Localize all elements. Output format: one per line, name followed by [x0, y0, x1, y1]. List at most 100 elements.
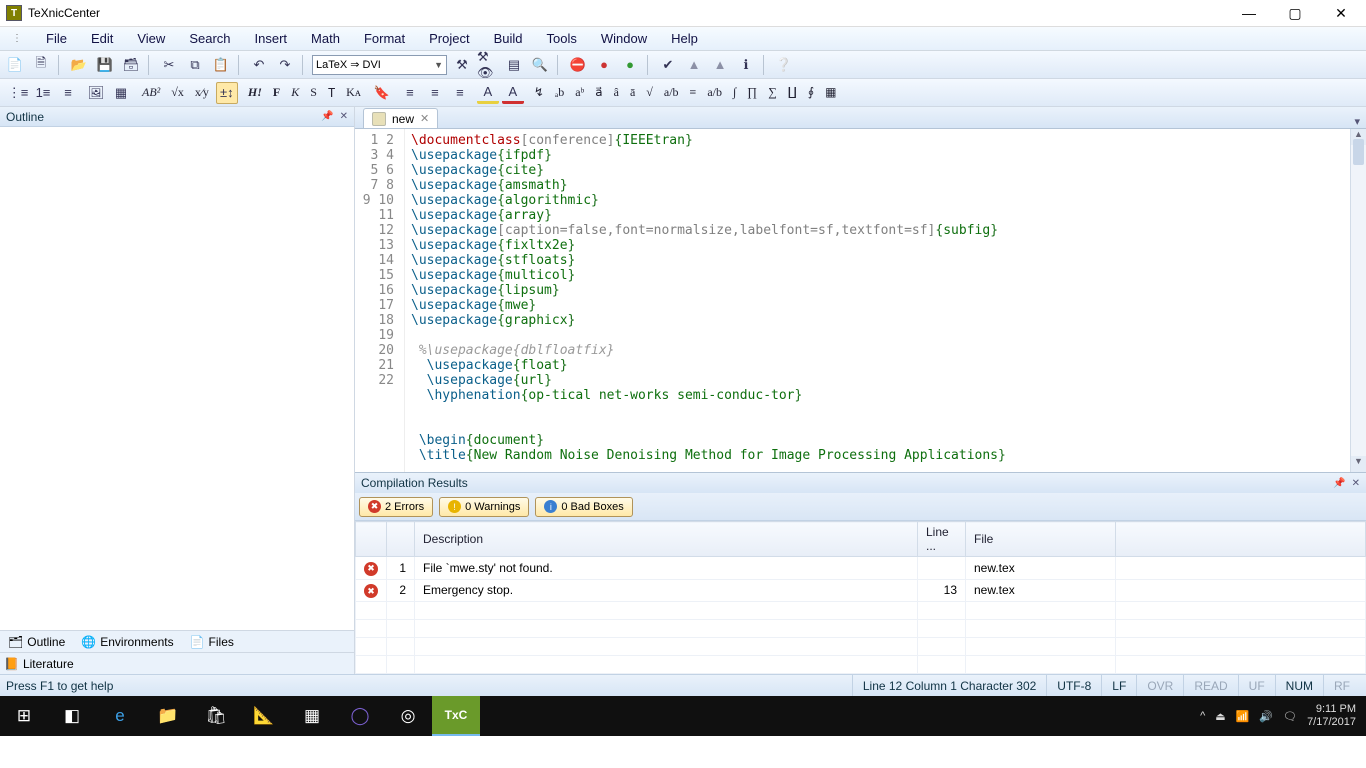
col-extra[interactable] [1116, 522, 1366, 557]
pane-close-button[interactable]: ✕ [340, 111, 348, 122]
tray-chevron-icon[interactable]: ^ [1200, 710, 1205, 722]
new-project-button[interactable]: 🗎 [30, 54, 52, 76]
tab-literature[interactable]: 📙 Literature [0, 652, 354, 674]
menubar-grip-icon[interactable]: ⋮ [2, 30, 32, 47]
stop-build-button[interactable]: ⛔ [567, 54, 589, 76]
menu-build[interactable]: Build [484, 28, 533, 49]
build-button[interactable]: ⚒ [451, 54, 473, 76]
list-number-button[interactable]: 1≡ [32, 82, 54, 104]
status-encoding[interactable]: UTF-8 [1046, 675, 1101, 696]
outline-body[interactable] [0, 127, 354, 630]
math-prod-button[interactable]: ∏ [743, 83, 761, 103]
insert-image-button[interactable]: 🖼 [85, 82, 107, 104]
chrome-button[interactable]: ◎ [384, 696, 432, 736]
toggle-button[interactable]: ▲ [683, 54, 705, 76]
view-output-button[interactable]: 🔍 [529, 54, 551, 76]
badboxes-filter-button[interactable]: i 0 Bad Boxes [535, 497, 632, 517]
taskview-button[interactable]: ◧ [48, 696, 96, 736]
math-sym4-button[interactable]: a⃗ [591, 83, 606, 103]
menu-file[interactable]: File [36, 28, 77, 49]
insert-env-button[interactable]: ±↕ [216, 82, 238, 104]
menu-help[interactable]: Help [661, 28, 708, 49]
tt-button[interactable]: T [324, 83, 339, 103]
math-sym5-button[interactable]: â [610, 83, 623, 103]
col-description[interactable]: Description [415, 522, 918, 557]
tab-files[interactable]: 📄 Files [186, 633, 238, 651]
save-all-button[interactable]: 🗃 [120, 54, 142, 76]
errors-filter-button[interactable]: ✖ 2 Errors [359, 497, 433, 517]
tray-wifi-icon[interactable]: 📶 [1236, 710, 1250, 723]
math-sym3-button[interactable]: aᵇ [571, 83, 588, 103]
edge-button[interactable]: e [96, 696, 144, 736]
bold-button[interactable]: F [269, 83, 284, 103]
texniccenter-task-button[interactable]: TxC [432, 696, 480, 736]
menu-format[interactable]: Format [354, 28, 415, 49]
build-profile-combo[interactable]: LaTeX ⇒ DVI ▼ [312, 55, 447, 75]
tray-eject-icon[interactable]: ⏏ [1215, 710, 1225, 723]
font-color-button[interactable]: A [502, 82, 524, 104]
align-left-button[interactable]: ≡ [399, 82, 421, 104]
menu-window[interactable]: Window [591, 28, 657, 49]
compile-close-button[interactable]: ✕ [1352, 478, 1360, 489]
highlight-button[interactable]: A [477, 82, 499, 104]
tray-notifications-icon[interactable]: 🗨 [1283, 710, 1297, 723]
insert-sqrt-button[interactable]: √x [167, 83, 188, 103]
insert-frac-button[interactable]: x⁄y [191, 83, 213, 103]
table-row[interactable]: ✖ 1File `mwe.sty' not found.new.tex [356, 557, 1366, 580]
prev-error-button[interactable]: ● [619, 54, 641, 76]
insert-ref-button[interactable]: 🔖 [371, 82, 393, 104]
tab-close-button[interactable]: ✕ [420, 112, 429, 125]
scroll-thumb[interactable] [1353, 139, 1364, 165]
tab-outline[interactable]: 🗂 Outline [4, 633, 69, 651]
table-row[interactable]: ✖ 2Emergency stop.13new.tex [356, 579, 1366, 602]
menu-search[interactable]: Search [179, 28, 240, 49]
editor-dropdown-icon[interactable]: ▾ [1354, 115, 1360, 128]
align-right-button[interactable]: ≡ [449, 82, 471, 104]
menu-insert[interactable]: Insert [245, 28, 298, 49]
col-line[interactable]: Line ... [918, 522, 966, 557]
copy-button[interactable]: ⧉ [184, 54, 206, 76]
code-editor[interactable]: 1 2 3 4 5 6 7 8 9 10 11 12 13 14 15 16 1… [355, 129, 1366, 472]
list-desc-button[interactable]: ≡ [57, 82, 79, 104]
col-num[interactable] [387, 522, 415, 557]
paste-button[interactable]: 📋 [210, 54, 232, 76]
math-dfrac-button[interactable]: a/b [703, 83, 726, 103]
math-sym2-button[interactable]: ₐb [551, 83, 568, 103]
scroll-down-icon[interactable]: ▼ [1351, 456, 1366, 472]
math-sym7-button[interactable]: √ [642, 83, 657, 103]
close-button[interactable]: ✕ [1318, 1, 1364, 25]
menu-view[interactable]: View [127, 28, 175, 49]
compile-pin-icon[interactable]: 📌 [1333, 478, 1345, 489]
document-tab-new[interactable]: new ✕ [363, 108, 438, 128]
undo-button[interactable]: ↶ [248, 54, 270, 76]
math-sym6-button[interactable]: ā [626, 83, 639, 103]
col-icon[interactable] [356, 522, 387, 557]
vertical-scrollbar[interactable]: ▲ ▼ [1350, 129, 1366, 472]
maximize-button[interactable]: ▢ [1272, 1, 1318, 25]
math-sym1-button[interactable]: ↯ [530, 83, 548, 103]
code-content[interactable]: \documentclass[conference]{IEEEtran} \us… [405, 129, 1350, 472]
smallcaps-button[interactable]: S [306, 83, 321, 103]
minimize-button[interactable]: — [1226, 1, 1272, 25]
math-int-button[interactable]: ∫ [729, 83, 740, 103]
list-bullet-button[interactable]: ⋮≡ [7, 82, 29, 104]
open-button[interactable]: 📂 [68, 54, 90, 76]
slanted-button[interactable]: K [287, 83, 303, 103]
math-sum-button[interactable]: ∑ [764, 83, 781, 103]
menu-edit[interactable]: Edit [81, 28, 123, 49]
math-oint-button[interactable]: ∮ [804, 83, 818, 103]
tray-clock[interactable]: 9:11 PM 7/17/2017 [1307, 703, 1362, 729]
compile-button[interactable]: ▤ [503, 54, 525, 76]
menu-project[interactable]: Project [419, 28, 479, 49]
math-frac-button[interactable]: a/b [660, 83, 683, 103]
insert-emph-button[interactable]: AB² [138, 83, 164, 103]
build-view-button[interactable]: ⚒👁 [477, 54, 499, 76]
italic-button[interactable]: H! [244, 83, 266, 103]
app1-button[interactable]: ▦ [288, 696, 336, 736]
tray-volume-icon[interactable]: 🔊 [1259, 710, 1273, 723]
col-file[interactable]: File [966, 522, 1116, 557]
status-eol[interactable]: LF [1101, 675, 1136, 696]
kapital-button[interactable]: Kᴀ [342, 83, 365, 103]
help-button[interactable]: ❔ [773, 54, 795, 76]
eclipse-button[interactable]: ◯ [336, 696, 384, 736]
